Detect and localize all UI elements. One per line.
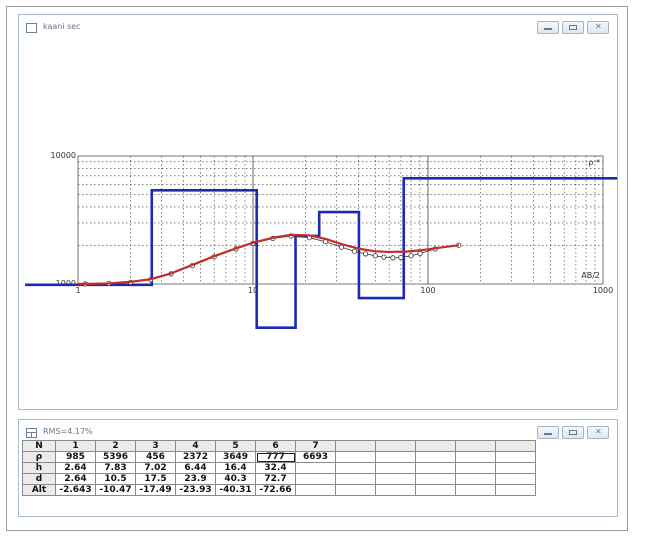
table-cell-rho[interactable]: 456 [135, 451, 176, 463]
layer-parameter-table: N 1234567 ρ 985 5396 456 2372 3649 777 6693 h … [22, 440, 536, 496]
y-axis-label: ρ * [588, 158, 600, 167]
table-cell-rho[interactable] [495, 451, 536, 463]
x-tick-label: 1 [75, 286, 80, 295]
row-header-h: h [22, 462, 56, 474]
table-cell-alt[interactable]: -40.31 [215, 484, 256, 496]
minimize-icon [544, 433, 552, 435]
sounding-curve-plot[interactable]: 1 10 100 1000100001000ρ *AB/2 [19, 15, 617, 409]
table-cell-d[interactable]: 23.9 [175, 473, 216, 485]
table-cell-d[interactable] [335, 473, 376, 485]
column-header [335, 440, 376, 452]
x-tick-label: 100 [420, 286, 435, 295]
table-cell-rho[interactable]: 5396 [95, 451, 136, 463]
table-cell-rho[interactable] [335, 451, 376, 463]
table-cell-rho[interactable] [375, 451, 416, 463]
table-cell-h[interactable] [495, 462, 536, 474]
table-cell-alt[interactable]: -10.47 [95, 484, 136, 496]
observed-point [351, 248, 358, 254]
table-cell-d[interactable] [375, 473, 416, 485]
table-row-d: d 2.64 10.5 17.5 23.9 40.3 72.7 [22, 473, 536, 485]
row-header-alt: Alt [22, 484, 56, 496]
column-header [455, 440, 496, 452]
table-cell-alt[interactable]: -72.66 [255, 484, 296, 496]
table-cell-d[interactable]: 72.7 [255, 473, 296, 485]
table-cell-alt[interactable] [495, 484, 536, 496]
table-cell-d[interactable]: 40.3 [215, 473, 256, 485]
observed-point [363, 251, 369, 257]
column-header: 4 [175, 440, 216, 452]
table-cell-d[interactable]: 10.5 [95, 473, 136, 485]
column-header: 5 [215, 440, 256, 452]
table-cell-rho[interactable]: 777 [255, 451, 296, 463]
column-header [415, 440, 456, 452]
column-header: 6 [255, 440, 296, 452]
y-tick-label: 1000 [56, 279, 76, 288]
table-cell-d[interactable]: 2.64 [55, 473, 96, 485]
table-cell-rho[interactable]: 6693 [295, 451, 336, 463]
observed-point [372, 253, 378, 259]
column-header: 7 [295, 440, 336, 452]
table-cell-alt[interactable]: -23.93 [175, 484, 216, 496]
column-header: 3 [135, 440, 176, 452]
table-cell-alt[interactable]: -17.49 [135, 484, 176, 496]
table-cell-h[interactable] [455, 462, 496, 474]
layer-table-window: RMS=4.17% ✕ N 1234567 ρ 985 5396 456 2372 36… [18, 419, 618, 517]
table-cell-h[interactable]: 6.44 [175, 462, 216, 474]
table-cell-alt[interactable] [335, 484, 376, 496]
table-row-rho: ρ 985 5396 456 2372 3649 777 6693 [22, 451, 536, 463]
table-cell-alt[interactable] [455, 484, 496, 496]
table-cell-alt[interactable] [375, 484, 416, 496]
table-header-row: N 1234567 [22, 440, 536, 452]
row-header-n: N [22, 440, 56, 452]
table-cell-rho[interactable]: 985 [55, 451, 96, 463]
table-cell-rho[interactable] [415, 451, 456, 463]
table-window-icon [26, 428, 37, 438]
table-cell-h[interactable]: 32.4 [255, 462, 296, 474]
table-cell-alt[interactable]: -2.643 [55, 484, 96, 496]
table-cell-d[interactable] [295, 473, 336, 485]
table-cell-h[interactable]: 2.64 [55, 462, 96, 474]
table-cell-h[interactable]: 7.83 [95, 462, 136, 474]
table-row-alt: Alt -2.643 -10.47 -17.49 -23.93 -40.31 -72.66 [22, 484, 536, 496]
table-cell-h[interactable]: 16.4 [215, 462, 256, 474]
plot-frame [77, 155, 604, 285]
observed-point [398, 254, 404, 261]
close-icon: ✕ [595, 427, 602, 436]
table-cell-h[interactable] [335, 462, 376, 474]
table-cell-rho[interactable]: 2372 [175, 451, 216, 463]
column-header: 1 [55, 440, 96, 452]
observed-point [408, 253, 414, 259]
table-cell-d[interactable]: 17.5 [135, 473, 176, 485]
table-cell-d[interactable] [455, 473, 496, 485]
table-row-h: h 2.64 7.83 7.02 6.44 16.4 32.4 [22, 462, 536, 474]
table-cell-rho[interactable] [455, 451, 496, 463]
row-header-d: d [22, 473, 56, 485]
table-minimize-button[interactable] [537, 426, 559, 439]
chart-window: kaani sec ✕ 1 10 100 1000 10000 1000 ρ * AB/2 [18, 14, 618, 410]
table-cell-d[interactable] [415, 473, 456, 485]
table-cell-h[interactable] [415, 462, 456, 474]
table-cell-alt[interactable] [415, 484, 456, 496]
table-close-button[interactable]: ✕ [587, 426, 609, 439]
column-header [375, 440, 416, 452]
table-cell-d[interactable] [495, 473, 536, 485]
table-cell-h[interactable] [295, 462, 336, 474]
table-cell-h[interactable]: 7.02 [135, 462, 176, 474]
observed-point [381, 254, 387, 260]
table-cell-h[interactable] [375, 462, 416, 474]
x-tick-label: 1000 [593, 286, 613, 295]
x-axis-label: AB/2 [581, 271, 600, 280]
rms-error-label: RMS=4.17% [43, 427, 93, 436]
row-header-rho: ρ [22, 451, 56, 463]
maximize-icon [569, 430, 577, 435]
layer-model-line [25, 177, 617, 329]
table-cell-alt[interactable] [295, 484, 336, 496]
y-tick-label: 10000 [51, 151, 76, 160]
table-cell-rho[interactable]: 3649 [215, 451, 256, 463]
table-maximize-button[interactable] [562, 426, 584, 439]
observed-point [417, 250, 423, 257]
column-header: 2 [95, 440, 136, 452]
column-header [495, 440, 536, 452]
observed-point [390, 255, 396, 261]
